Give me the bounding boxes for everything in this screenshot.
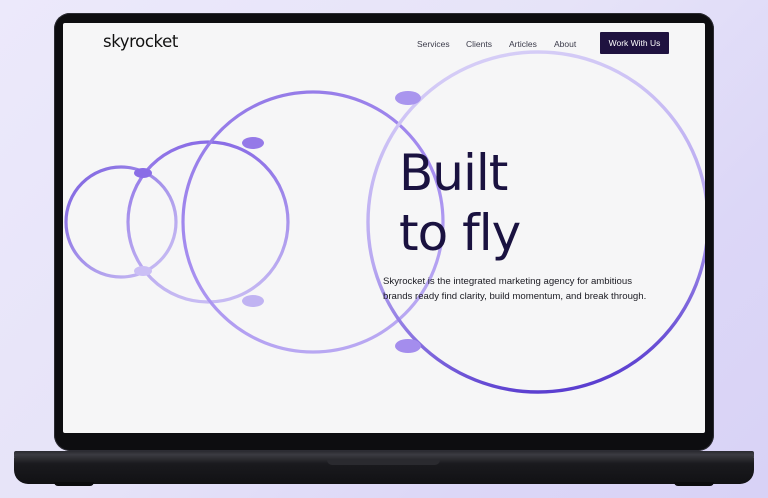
nav-articles[interactable]: Articles bbox=[509, 39, 537, 49]
website-screen: skyrocket Services Clients Articles Abou… bbox=[63, 23, 705, 433]
nav-about[interactable]: About bbox=[554, 39, 576, 49]
hero-subtext: Skyrocket is the integrated marketing ag… bbox=[383, 276, 647, 302]
hero-headline: Built to fly bbox=[399, 143, 521, 263]
headline-line-2: to fly bbox=[399, 204, 521, 262]
rings-illustration bbox=[64, 50, 705, 394]
laptop-notch bbox=[327, 459, 440, 465]
work-with-us-button[interactable]: Work With Us bbox=[600, 32, 669, 54]
brand-logo[interactable]: skyrocket bbox=[103, 32, 178, 51]
laptop-foot-left bbox=[54, 482, 94, 486]
laptop-foot-right bbox=[674, 482, 714, 486]
headline-line-1: Built bbox=[399, 144, 508, 202]
ring-1 bbox=[64, 165, 178, 279]
nav-clients[interactable]: Clients bbox=[466, 39, 492, 49]
ring-2 bbox=[126, 140, 290, 304]
nav-services[interactable]: Services bbox=[417, 39, 450, 49]
